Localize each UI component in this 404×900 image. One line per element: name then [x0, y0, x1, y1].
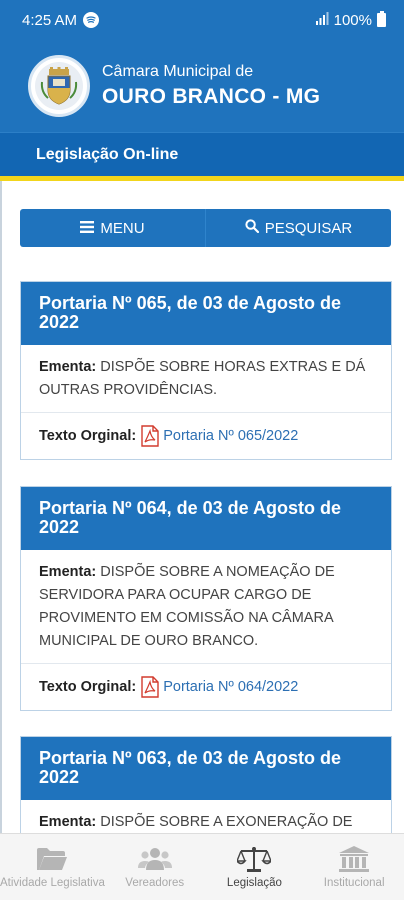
institution-icon [338, 844, 370, 874]
status-time: 4:25 AM [22, 11, 78, 29]
battery-icon [377, 11, 386, 27]
city-seal-logo [28, 55, 90, 117]
menu-button[interactable]: MENU [20, 209, 205, 247]
group-icon [137, 844, 172, 874]
menu-label: MENU [100, 219, 145, 237]
ementa-text: DISPÕE SOBRE A EXONERAÇÃO DE [100, 814, 353, 830]
battery-level: 100% [333, 11, 372, 29]
ementa-label: Ementa: [39, 359, 97, 375]
search-label: PESQUISAR [264, 219, 353, 237]
ementa-label: Ementa: [39, 564, 97, 580]
bottom-nav: Atividade Legislativa Vereadores Legisla… [0, 833, 404, 900]
content-scroll-area[interactable]: MENU PESQUISAR Portaria Nº 065, de 03 de… [0, 181, 404, 833]
hamburger-icon [80, 220, 95, 237]
header-subtitle: Câmara Municipal de [102, 63, 254, 80]
header-text: Câmara Municipal de OURO BRANCO - MG [102, 62, 320, 110]
nav-label: Atividade Legislativa [0, 877, 105, 889]
status-left: 4:25 AM [22, 11, 100, 29]
scales-icon [237, 844, 272, 874]
app-header: Câmara Municipal de OURO BRANCO - MG [0, 40, 404, 132]
nav-label: Legislação [226, 877, 282, 889]
portaria-card: Portaria Nº 063, de 03 de Agosto de 2022… [20, 736, 392, 833]
nav-label: Vereadores [125, 877, 185, 889]
nav-label: Institucional [323, 877, 385, 889]
portaria-original: Texto Orginal: Portaria Nº 065/2022 [21, 413, 391, 459]
portaria-ementa: Ementa: DISPÕE SOBRE HORAS EXTRAS E DÁ O… [21, 345, 391, 413]
portaria-pdf-link[interactable]: Portaria Nº 064/2022 [163, 679, 298, 695]
section-title: Legislação On-line [36, 145, 179, 163]
header-title: OURO BRANCO - MG [102, 85, 321, 108]
spotify-icon [83, 12, 100, 28]
nav-legislacao[interactable]: Legislação [205, 834, 305, 900]
action-bar: MENU PESQUISAR [20, 209, 391, 247]
nav-atividade-legislativa[interactable]: Atividade Legislativa [0, 834, 105, 900]
search-button[interactable]: PESQUISAR [205, 209, 391, 247]
search-icon [245, 219, 259, 237]
portaria-title: Portaria Nº 065, de 03 de Agosto de 2022 [21, 282, 391, 345]
status-bar: 4:25 AM 100% [0, 0, 404, 40]
folder-open-icon [36, 844, 68, 874]
texto-original-label: Texto Orginal: [39, 428, 137, 444]
ementa-label: Ementa: [39, 814, 97, 830]
portaria-title: Portaria Nº 064, de 03 de Agosto de 2022 [21, 487, 391, 550]
texto-original-label: Texto Orginal: [39, 679, 137, 695]
portaria-ementa: Ementa: DISPÕE SOBRE A NOMEAÇÃO DE SERVI… [21, 550, 391, 664]
nav-institucional[interactable]: Institucional [304, 834, 404, 900]
nav-vereadores[interactable]: Vereadores [105, 834, 205, 900]
pdf-icon [140, 425, 160, 447]
status-right: 100% [315, 11, 386, 29]
portaria-ementa: Ementa: DISPÕE SOBRE A EXONERAÇÃO DE [21, 800, 391, 833]
portaria-card: Portaria Nº 064, de 03 de Agosto de 2022… [20, 486, 392, 711]
section-title-bar: Legislação On-line [0, 132, 404, 176]
signal-icon [315, 11, 329, 29]
portaria-pdf-link[interactable]: Portaria Nº 065/2022 [163, 428, 298, 444]
pdf-icon [140, 676, 160, 698]
portaria-card: Portaria Nº 065, de 03 de Agosto de 2022… [20, 281, 392, 460]
portaria-title: Portaria Nº 063, de 03 de Agosto de 2022 [21, 737, 391, 800]
portaria-original: Texto Orginal: Portaria Nº 064/2022 [21, 664, 391, 710]
